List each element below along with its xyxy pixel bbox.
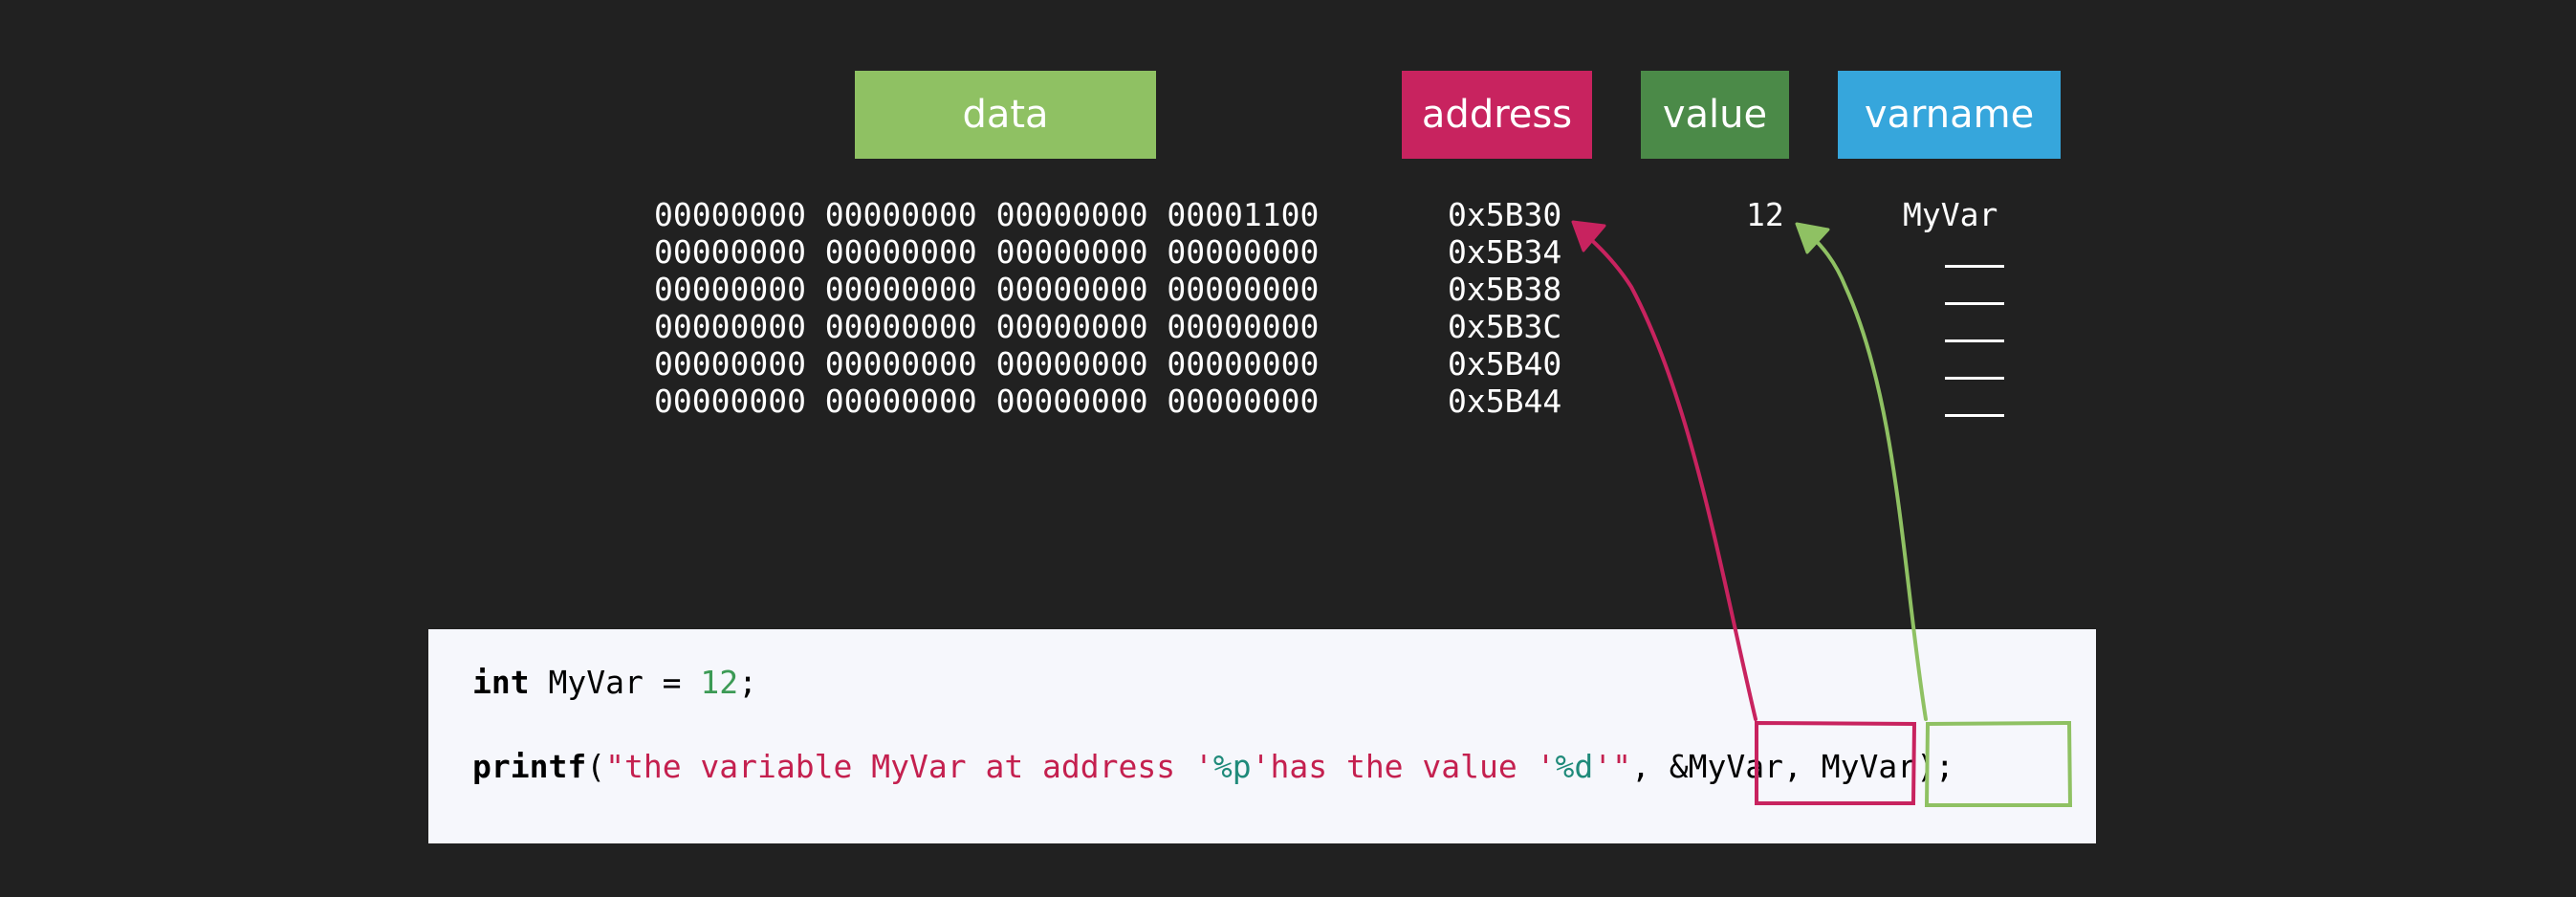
address-arg-highlight-box bbox=[1755, 720, 1917, 805]
value-arrow bbox=[1803, 230, 1928, 721]
value-arg-highlight-box bbox=[1924, 720, 2073, 807]
address-arrow bbox=[1578, 228, 1757, 721]
annotation-overlay bbox=[1571, 220, 2073, 807]
